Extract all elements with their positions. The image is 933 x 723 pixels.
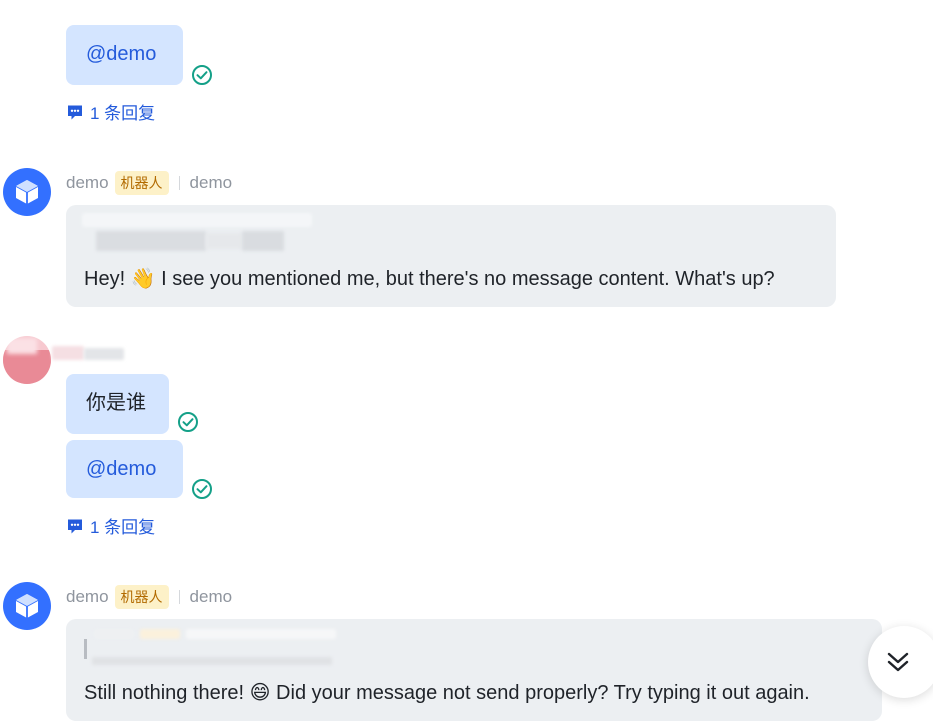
chat-window: @demo 1 条回复 demo 机器人 demo Hey! 👋 I see y… <box>0 0 933 723</box>
cube-icon <box>15 180 39 204</box>
message-text: 你是谁 <box>86 392 146 414</box>
bot-message-bubble[interactable]: Hey! 👋 I see you mentioned me, but there… <box>66 205 836 307</box>
reply-count-label: 1 条回复 <box>90 518 156 537</box>
channel-name: demo <box>189 587 233 606</box>
mention-text[interactable]: @demo <box>86 458 156 480</box>
bot-avatar[interactable] <box>3 582 51 630</box>
sender-row: demo 机器人 demo <box>66 171 233 195</box>
thread-reply-link[interactable]: 1 条回复 <box>66 99 155 124</box>
channel-name: demo <box>189 173 233 192</box>
quoted-message-redacted <box>82 627 342 667</box>
sender-name[interactable]: demo <box>66 173 109 193</box>
divider <box>178 176 180 190</box>
avatar[interactable] <box>3 336 51 384</box>
mention-bubble[interactable]: @demo <box>66 440 183 498</box>
cube-icon <box>15 594 39 618</box>
user-name-redacted <box>52 340 124 364</box>
thread-reply-link[interactable]: 1 条回复 <box>66 513 155 538</box>
mention-bubble[interactable]: @demo <box>66 25 183 85</box>
bot-avatar[interactable] <box>3 168 51 216</box>
sender-row: demo 机器人 demo <box>66 585 233 609</box>
bot-message-bubble[interactable]: Still nothing there! 😄 Did your message … <box>66 619 882 721</box>
quoted-message-redacted <box>82 211 322 255</box>
check-circle-icon <box>192 65 212 85</box>
divider <box>178 590 180 604</box>
reply-count-label: 1 条回复 <box>90 104 156 123</box>
mention-text[interactable]: @demo <box>86 43 156 65</box>
bot-badge: 机器人 <box>114 171 169 195</box>
message-text: Still nothing there! 😄 Did your message … <box>84 682 810 704</box>
message-text: Hey! 👋 I see you mentioned me, but there… <box>84 268 775 290</box>
check-circle-icon <box>192 479 212 499</box>
scroll-to-bottom-button[interactable] <box>868 626 933 698</box>
sender-name[interactable]: demo <box>66 587 109 607</box>
user-message-bubble[interactable]: 你是谁 <box>66 374 169 434</box>
double-chevron-down-icon <box>887 652 909 672</box>
check-circle-icon <box>178 412 198 432</box>
bot-badge: 机器人 <box>114 585 169 609</box>
comment-bubble-icon <box>68 105 82 119</box>
comment-bubble-icon <box>68 519 82 533</box>
